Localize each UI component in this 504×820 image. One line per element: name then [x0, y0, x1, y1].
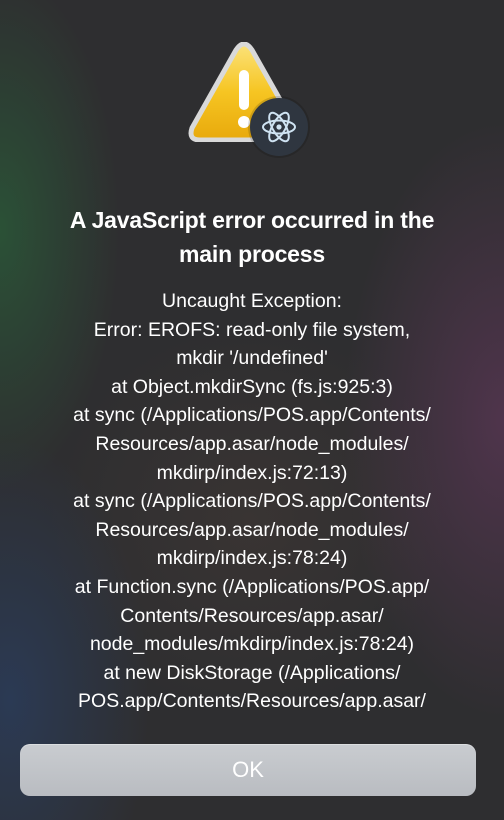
error-message: Uncaught Exception: Error: EROFS: read-o… — [14, 287, 490, 716]
dialog-title: A JavaScript error occurred in the main … — [20, 203, 484, 271]
message-line: at new DiskStorage (/Applications/ — [103, 661, 401, 684]
error-dialog: A JavaScript error occurred in the main … — [0, 0, 504, 820]
message-line: Resources/app.asar/node_modules/ — [95, 432, 409, 455]
message-line: at Object.mkdirSync (fs.js:925:3) — [111, 375, 393, 398]
message-line: Error: EROFS: read-only file system, — [93, 318, 411, 341]
message-line: node_modules/mkdirp/index.js:78:24) — [89, 633, 415, 656]
message-line: at sync (/Applications/POS.app/Contents/ — [73, 490, 431, 513]
message-line: Uncaught Exception: — [162, 290, 342, 312]
message-line: Contents/Resources/app.asar/ — [120, 604, 384, 627]
message-line: mkdir '/undefined' — [176, 347, 328, 370]
ok-button[interactable]: OK — [20, 744, 476, 796]
message-line: mkdirp/index.js:78:24) — [156, 547, 348, 570]
electron-icon — [262, 111, 296, 143]
dialog-title-line: A JavaScript error occurred in the — [69, 207, 435, 233]
message-line: POS.app/Contents/Resources/app.asar/ — [78, 690, 426, 713]
dialog-icon — [188, 42, 312, 156]
message-line: at Function.sync (/Applications/POS.app/ — [74, 575, 430, 598]
message-line: Resources/app.asar/node_modules/ — [95, 518, 409, 541]
message-line: mkdirp/index.js:72:13) — [156, 461, 348, 484]
dialog-title-line: main process — [179, 241, 325, 267]
message-line: at sync (/Applications/POS.app/Contents/ — [73, 404, 431, 427]
electron-badge — [250, 98, 308, 156]
